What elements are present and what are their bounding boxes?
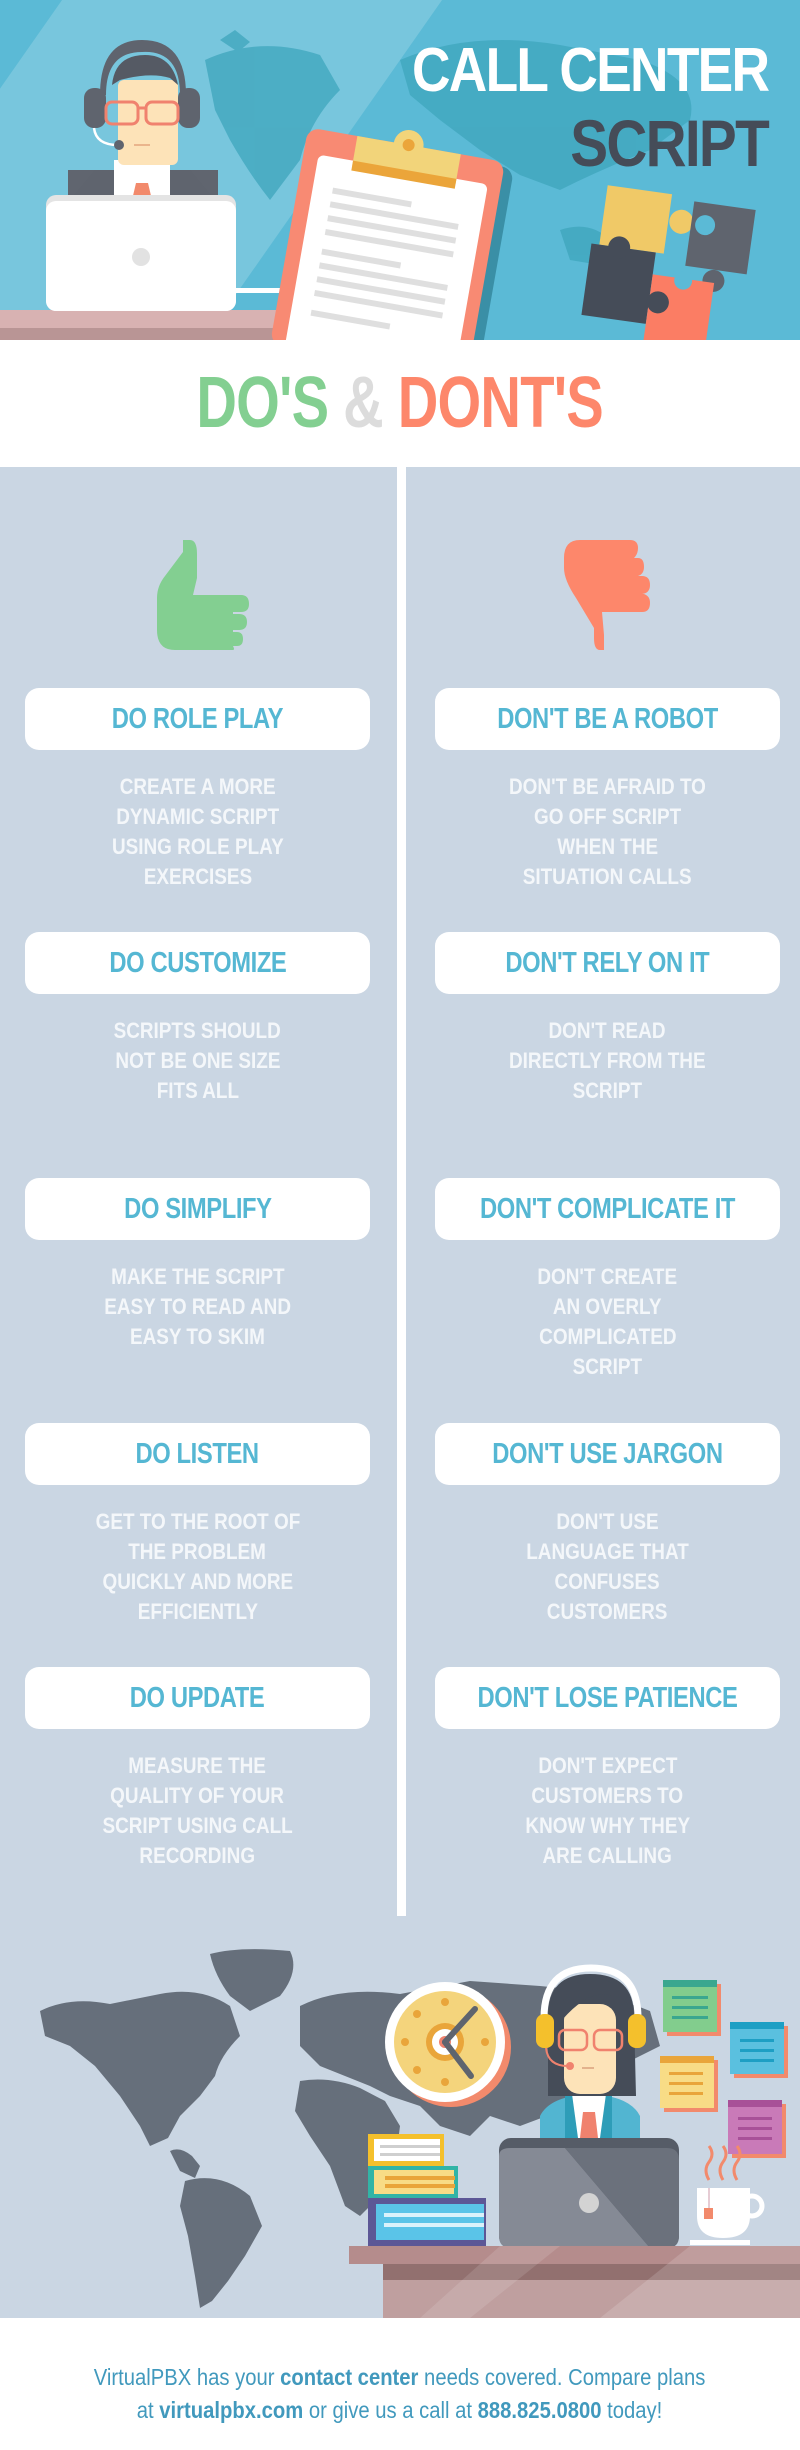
puzzle-pieces-icon [581,185,756,340]
description-line: COMPLICATED [538,1324,677,1349]
do-card-title: DO CUSTOMIZE [25,932,370,994]
description-line: SITUATION CALLS [523,864,692,889]
heading-ampersand: & [343,363,384,443]
footer-text: or give us a call at [303,2397,479,2423]
phone-number-link[interactable]: 888.825.0800 [478,2397,602,2423]
description-line: QUICKLY AND MORE [102,1569,293,1594]
heading-donts: DONT'S [398,363,604,443]
description-line: EXERCISES [143,864,252,889]
card-title-text: DON'T COMPLICATE IT [479,1192,736,1225]
description-line: SCRIPT USING CALL [102,1813,293,1838]
footer-cta: VirtualPBX has your contact center needs… [0,2318,800,2450]
card-title-text: DO ROLE PLAY [111,702,284,735]
agent-man-icon [68,40,218,200]
description-line: EFFICIENTLY [137,1599,258,1624]
description-line: THE PROBLEM [128,1539,267,1564]
dont-card-title: DON'T RELY ON IT [435,932,780,994]
do-card-title: DO ROLE PLAY [25,688,370,750]
website-link[interactable]: virtualpbx.com [160,2397,304,2423]
description-line: GO OFF SCRIPT [533,804,682,829]
dont-card-title: DON'T COMPLICATE IT [435,1178,780,1240]
do-card-description: GET TO THE ROOT OF THE PROBLEM QUICKLY AND… [25,1507,370,1627]
card-title-text: DON'T BE A ROBOT [497,702,718,735]
thumbs-up-icon [157,540,249,650]
do-card-description: CREATE A MORE DYNAMIC SCRIPT USING ROLE PL… [25,772,370,892]
description-line: DON'T BE AFRAID TO [509,774,706,799]
description-line: FITS ALL [156,1078,239,1103]
do-card-description: SCRIPTS SHOULD NOT BE ONE SIZE FITS ALL [25,1016,370,1106]
description-line: MAKE THE SCRIPT [110,1264,285,1289]
desk [349,2246,800,2318]
books-icon [368,2134,486,2246]
dont-card-description: DON'T READ DIRECTLY FROM THE SCRIPT [435,1016,780,1106]
agent-woman-icon [536,1964,646,2138]
title-script: SCRIPT [570,106,770,180]
description-line: EASY TO SKIM [130,1324,265,1349]
contact-center-link[interactable]: contact center [281,2364,419,2390]
card-title-text: DO UPDATE [130,1681,265,1714]
description-line: DON'T EXPECT [537,1753,678,1778]
footer-text: needs covered. Compare plans [418,2364,706,2390]
description-line: CUSTOMERS [547,1599,668,1624]
heading-dos: DO'S [196,363,330,443]
description-line: LANGUAGE THAT [526,1539,689,1564]
footer-text: VirtualPBX has your [94,2364,281,2390]
column-divider [397,467,406,1916]
dont-card-description: DON'T CREATE AN OVERLY COMPLICATED SCRIPT [435,1262,780,1382]
description-line: SCRIPT [572,1354,643,1379]
desk-top [0,310,300,328]
dont-card-description: DON'T BE AFRAID TO GO OFF SCRIPT WHEN THE S… [435,772,780,892]
dont-card-title: DON'T LOSE PATIENCE [435,1667,780,1729]
card-title-text: DON'T RELY ON IT [505,946,710,979]
do-card-title: DO UPDATE [25,1667,370,1729]
description-line: DIRECTLY FROM THE [509,1048,706,1073]
description-line: GET TO THE ROOT OF [95,1509,300,1534]
description-line: DON'T USE [556,1509,659,1534]
description-line: QUALITY OF YOUR [110,1783,285,1808]
footer-text: at [137,2397,160,2423]
sticky-notes-icon [660,1980,788,2158]
description-line: EASY TO READ AND [104,1294,291,1319]
footer-text: today! [601,2397,663,2423]
card-title-text: DO LISTEN [135,1437,260,1470]
do-card-title: DO LISTEN [25,1423,370,1485]
card-title-text: DO SIMPLIFY [123,1192,272,1225]
dont-card-title: DON'T BE A ROBOT [435,688,780,750]
dos-donts-heading: DO'S & DONT'S [0,340,800,467]
do-card-title: DO SIMPLIFY [25,1178,370,1240]
footer-line-1: VirtualPBX has your contact center needs… [94,2361,706,2394]
header-banner: CALL CENTER SCRIPT [0,0,800,340]
do-card-description: MEASURE THE QUALITY OF YOUR SCRIPT USING C… [25,1751,370,1871]
description-line: DON'T READ [549,1018,666,1043]
description-line: CREATE A MORE [119,774,276,799]
dont-card-description: DON'T USE LANGUAGE THAT CONFUSES CUSTOMERS [435,1507,780,1627]
description-line: DON'T CREATE [537,1264,678,1289]
footer-line-2: at virtualpbx.com or give us a call at 8… [94,2394,706,2427]
description-line: KNOW WHY THEY [525,1813,690,1838]
card-title-text: DON'T USE JARGON [492,1437,723,1470]
dont-card-description: DON'T EXPECT CUSTOMERS TO KNOW WHY THEY ARE… [435,1751,780,1871]
description-line: ARE CALLING [542,1843,673,1868]
description-line: CUSTOMERS TO [531,1783,684,1808]
description-line: SCRIPTS SHOULD [113,1018,282,1043]
description-line: USING ROLE PLAY [111,834,284,859]
description-line: NOT BE ONE SIZE [114,1048,281,1073]
description-line: MEASURE THE [128,1753,267,1778]
description-line: CONFUSES [554,1569,661,1594]
description-line: AN OVERLY [553,1294,662,1319]
description-line: WHEN THE [557,834,658,859]
description-line: DYNAMIC SCRIPT [116,804,279,829]
title-call-center: CALL CENTER [411,36,770,105]
card-title-text: DO CUSTOMIZE [109,946,286,979]
laptop-icon [499,2138,679,2248]
bottom-illustration [40,1949,800,2318]
description-line: SCRIPT [572,1078,643,1103]
card-title-text: DON'T LOSE PATIENCE [477,1681,738,1714]
do-card-description: MAKE THE SCRIPT EASY TO READ AND EASY TO S… [25,1262,370,1352]
thumbs-down-icon [564,540,650,650]
description-line: RECORDING [139,1843,256,1868]
dont-card-title: DON'T USE JARGON [435,1423,780,1485]
laptop-icon [46,195,296,311]
